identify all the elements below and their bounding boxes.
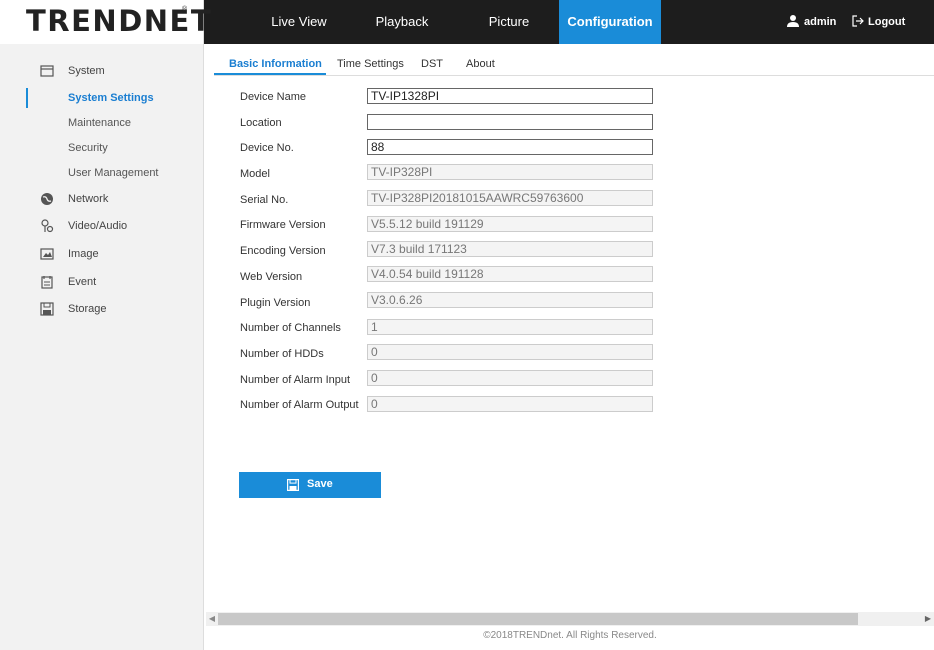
horizontal-scrollbar[interactable]: ◀ ▶ bbox=[206, 612, 934, 626]
sidebar-label: Maintenance bbox=[68, 117, 131, 129]
registered-mark: ® bbox=[182, 6, 188, 13]
sidebar-label: Network bbox=[68, 193, 109, 205]
field-label: Plugin Version bbox=[240, 297, 311, 309]
nav-live-view[interactable]: Live View bbox=[244, 0, 354, 44]
sidebar-item-video-audio[interactable]: Video/Audio bbox=[0, 214, 204, 238]
sidebar-label: User Management bbox=[68, 167, 159, 179]
sidebar-item-image[interactable]: Image bbox=[0, 242, 204, 266]
sidebar-label: System bbox=[68, 65, 105, 77]
device-name-input[interactable] bbox=[367, 88, 653, 104]
nav-configuration[interactable]: Configuration bbox=[559, 0, 661, 44]
save-icon bbox=[287, 479, 299, 491]
field-label: Serial No. bbox=[240, 194, 289, 206]
scrollbar-thumb[interactable] bbox=[218, 613, 858, 625]
field-label: Number of Channels bbox=[240, 322, 341, 334]
sidebar-item-storage[interactable]: Storage bbox=[0, 297, 204, 321]
settings-tabs: Basic Information Time Settings DST Abou… bbox=[214, 44, 934, 76]
save-label: Save bbox=[307, 478, 333, 490]
field-label: Model bbox=[240, 168, 270, 180]
username-label[interactable]: admin bbox=[804, 0, 836, 44]
video-audio-icon bbox=[41, 219, 54, 233]
system-icon bbox=[40, 65, 54, 77]
field-label: Device Name bbox=[240, 91, 307, 103]
tab-basic-information[interactable]: Basic Information bbox=[229, 58, 322, 70]
field-label: Web Version bbox=[240, 271, 303, 283]
firmware-version-value: V5.5.12 build 191129 bbox=[367, 216, 653, 232]
event-icon bbox=[41, 276, 53, 289]
field-label: Number of Alarm Input bbox=[240, 374, 351, 386]
image-icon bbox=[40, 248, 54, 260]
sidebar-item-user-management[interactable]: User Management bbox=[0, 161, 204, 185]
storage-icon bbox=[40, 302, 54, 316]
alarm-output-value: 0 bbox=[367, 396, 653, 412]
sidebar-label: Image bbox=[68, 248, 99, 260]
serial-no-value: TV-IP328PI20181015AAWRC59763600 bbox=[367, 190, 653, 206]
location-input[interactable] bbox=[367, 114, 653, 130]
sidebar: System System Settings Maintenance Secur… bbox=[0, 44, 204, 650]
field-label: Firmware Version bbox=[240, 219, 326, 231]
field-label: Location bbox=[240, 117, 282, 129]
field-label: Number of HDDs bbox=[240, 348, 324, 360]
scroll-right-icon[interactable]: ▶ bbox=[922, 612, 934, 626]
field-label: Number of Alarm Output bbox=[240, 399, 359, 411]
sidebar-label: Video/Audio bbox=[68, 220, 128, 232]
alarm-input-value: 0 bbox=[367, 370, 653, 386]
logout-button[interactable]: Logout bbox=[868, 0, 905, 44]
copyright-footer: ©2018TRENDnet. All Rights Reserved. bbox=[483, 630, 657, 641]
plugin-version-value: V3.0.6.26 bbox=[367, 292, 653, 308]
sidebar-item-maintenance[interactable]: Maintenance bbox=[0, 111, 204, 135]
network-icon bbox=[41, 193, 53, 205]
tab-dst[interactable]: DST bbox=[421, 58, 443, 70]
sidebar-label: Security bbox=[68, 142, 108, 154]
channels-value: 1 bbox=[367, 319, 653, 335]
sidebar-item-event[interactable]: Event bbox=[0, 270, 204, 294]
tab-about[interactable]: About bbox=[466, 58, 495, 70]
model-value: TV-IP328PI bbox=[367, 164, 653, 180]
field-label: Device No. bbox=[240, 142, 294, 154]
web-version-value: V4.0.54 build 191128 bbox=[367, 266, 653, 282]
tab-time-settings[interactable]: Time Settings bbox=[337, 58, 404, 70]
sidebar-item-system[interactable]: System bbox=[0, 59, 204, 83]
sidebar-item-system-settings[interactable]: System Settings bbox=[0, 86, 204, 110]
sidebar-label: System Settings bbox=[68, 92, 154, 104]
sidebar-item-network[interactable]: Network bbox=[0, 187, 204, 211]
device-no-input[interactable] bbox=[367, 139, 653, 155]
user-icon bbox=[787, 15, 799, 27]
save-button[interactable]: Save bbox=[239, 472, 381, 498]
encoding-version-value: V7.3 build 171123 bbox=[367, 241, 653, 257]
sidebar-item-security[interactable]: Security bbox=[0, 136, 204, 160]
nav-picture[interactable]: Picture bbox=[466, 0, 552, 44]
logo-area: TRENDNET ® bbox=[0, 0, 211, 44]
nav-playback[interactable]: Playback bbox=[356, 0, 448, 44]
hdds-value: 0 bbox=[367, 344, 653, 360]
field-label: Encoding Version bbox=[240, 245, 326, 257]
logout-icon[interactable] bbox=[852, 15, 864, 27]
scroll-left-icon[interactable]: ◀ bbox=[206, 612, 218, 626]
sidebar-label: Storage bbox=[68, 303, 107, 315]
active-tab-indicator bbox=[214, 73, 326, 75]
sidebar-label: Event bbox=[68, 276, 97, 288]
